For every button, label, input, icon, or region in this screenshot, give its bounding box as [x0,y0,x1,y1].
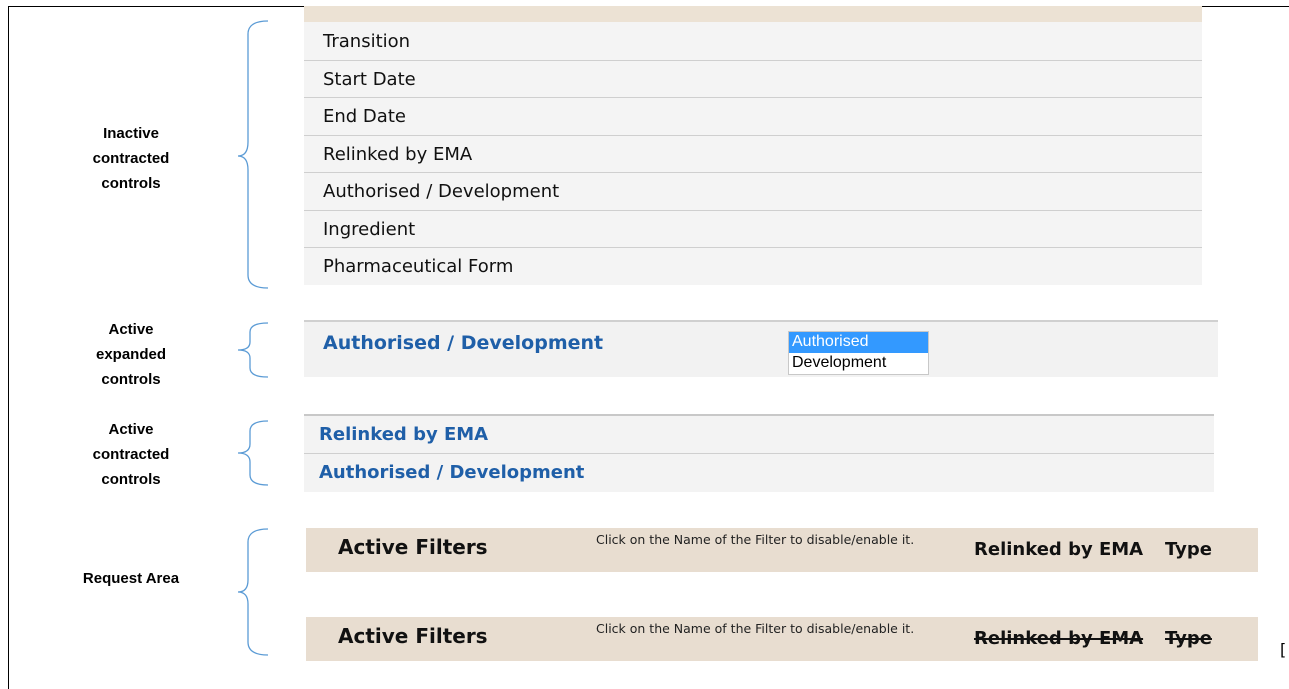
inactive-control-end-date[interactable]: End Date [304,98,1202,136]
filter-toggle-relinked-by-ema[interactable]: Relinked by EMA [974,539,1143,560]
filter-toggle-type-disabled[interactable]: Type [1165,628,1212,649]
active-control-relinked-by-ema[interactable]: Relinked by EMA [304,416,1214,454]
authorised-development-listbox[interactable]: Authorised Development [788,331,929,375]
brace-contracted [237,420,269,486]
label-request-area: Request Area [82,570,180,587]
active-expanded-panel: Authorised / Development Authorised Deve… [304,320,1218,377]
label-active-expanded: Active expanded controls [95,321,167,388]
brace-expanded [237,322,269,378]
listbox-option-authorised[interactable]: Authorised [789,332,928,353]
brace-inactive [237,20,269,289]
active-control-authorised-development[interactable]: Authorised / Development [304,454,1214,492]
active-filters-title: Active Filters [338,624,488,648]
inactive-control-ingredient[interactable]: Ingredient [304,211,1202,248]
inactive-control-start-date[interactable]: Start Date [304,61,1202,98]
active-filters-hint: Click on the Name of the Filter to disab… [596,621,915,636]
label-active-contracted: Active contracted controls [92,421,170,488]
inactive-control-pharmaceutical-form[interactable]: Pharmaceutical Form [304,248,1202,286]
active-contracted-panel: Relinked by EMA Authorised / Development [304,414,1214,492]
inactive-control-relinked-by-ema[interactable]: Relinked by EMA [304,136,1202,173]
filter-toggle-relinked-by-ema-disabled[interactable]: Relinked by EMA [974,628,1143,649]
inactive-controls-panel: Transition Start Date End Date Relinked … [304,6,1202,285]
listbox-option-development[interactable]: Development [789,353,928,374]
brace-request [237,528,269,656]
active-filters-title: Active Filters [338,535,488,559]
label-inactive-contracted: Inactive contracted controls [92,125,170,192]
active-filters-hint: Click on the Name of the Filter to disab… [596,532,915,547]
active-filters-bar-enabled: Active Filters Click on the Name of the … [306,528,1258,572]
panel-header-strip [304,6,1202,23]
inactive-control-authorised-development[interactable]: Authorised / Development [304,173,1202,211]
filter-toggle-type[interactable]: Type [1165,539,1212,560]
inactive-control-transition[interactable]: Transition [304,23,1202,61]
expanded-control-title[interactable]: Authorised / Development [323,332,603,354]
trailing-bracket-glyph: [ [1280,640,1287,659]
active-filters-bar-disabled: Active Filters Click on the Name of the … [306,617,1258,661]
